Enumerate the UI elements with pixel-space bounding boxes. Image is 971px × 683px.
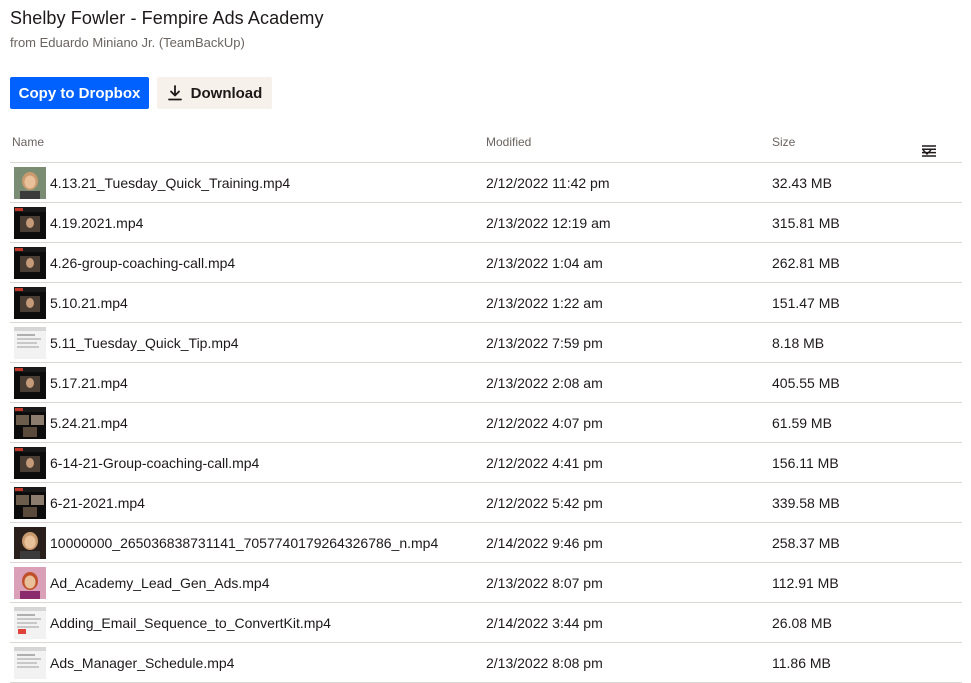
download-label: Download [190, 84, 263, 102]
file-row[interactable]: 10000000_265036838731141_705774017926432… [10, 523, 962, 563]
file-name-link[interactable]: 5.10.21.mp4 [50, 295, 128, 311]
video-thumbnail [14, 647, 46, 679]
file-row[interactable]: 6-14-21-Group-coaching-call.mp4 2/12/2022… [10, 443, 962, 483]
file-modified: 2/12/2022 4:41 pm [486, 455, 603, 471]
video-thumbnail [14, 487, 46, 519]
column-header-name[interactable]: Name [12, 135, 44, 149]
download-icon [167, 85, 183, 101]
video-thumbnail [14, 447, 46, 479]
column-header-modified[interactable]: Modified [486, 135, 531, 149]
video-thumbnail [14, 367, 46, 399]
video-thumbnail [14, 247, 46, 279]
file-modified: 2/13/2022 7:59 pm [486, 335, 603, 351]
page-title: Shelby Fowler - Fempire Ads Academy [10, 8, 324, 28]
file-size: 112.91 MB [772, 575, 839, 591]
file-modified: 2/13/2022 8:08 pm [486, 655, 603, 671]
file-size: 151.47 MB [772, 295, 840, 311]
video-thumbnail [14, 327, 46, 359]
file-row[interactable]: 4.13.21_Tuesday_Quick_Training.mp4 2/12/2… [10, 163, 962, 203]
video-thumbnail [14, 607, 46, 639]
file-name-link[interactable]: 10000000_265036838731141_705774017926432… [50, 535, 438, 551]
file-modified: 2/12/2022 4:07 pm [486, 415, 603, 431]
file-name-link[interactable]: 6-14-21-Group-coaching-call.mp4 [50, 455, 259, 471]
file-row[interactable]: 4.26-group-coaching-call.mp4 2/13/2022 1:… [10, 243, 962, 283]
file-size: 258.37 MB [772, 535, 840, 551]
file-row[interactable]: Ad_Academy_Lead_Gen_Ads.mp4 2/13/2022 8:0… [10, 563, 962, 603]
file-row[interactable]: 5.17.21.mp4 2/13/2022 2:08 am 405.55 MB [10, 363, 962, 403]
video-thumbnail [14, 567, 46, 599]
file-name-link[interactable]: 5.24.21.mp4 [50, 415, 128, 431]
video-thumbnail [14, 287, 46, 319]
file-size: 8.18 MB [772, 335, 825, 351]
shared-by-text: from Eduardo Miniano Jr. (TeamBackUp) [10, 35, 245, 50]
file-modified: 2/12/2022 11:42 pm [486, 175, 610, 191]
file-table: Name Modified Size 4.13.21_Tuesday_Quick… [10, 122, 962, 683]
file-size: 156.11 MB [772, 455, 839, 471]
chevron-down-icon [922, 145, 932, 159]
file-row[interactable]: 6-21-2021.mp4 2/12/2022 5:42 pm 339.58 MB [10, 483, 962, 523]
table-header: Name Modified Size [10, 122, 962, 163]
file-row[interactable]: 5.11_Tuesday_Quick_Tip.mp4 2/13/2022 7:59… [10, 323, 962, 363]
view-toggle-button[interactable] [922, 132, 958, 157]
file-name-link[interactable]: 4.13.21_Tuesday_Quick_Training.mp4 [50, 175, 290, 191]
file-row[interactable]: Adding_Email_Sequence_to_ConvertKit.mp4 2… [10, 603, 962, 643]
file-modified: 2/13/2022 2:08 am [486, 375, 603, 391]
file-modified: 2/13/2022 12:19 am [486, 215, 611, 231]
file-modified: 2/13/2022 1:04 am [486, 255, 603, 271]
copy-to-dropbox-button[interactable]: Copy to Dropbox [10, 77, 149, 109]
file-row[interactable]: 5.24.21.mp4 2/12/2022 4:07 pm 61.59 MB [10, 403, 962, 443]
file-size: 61.59 MB [772, 415, 832, 431]
file-name-link[interactable]: 4.26-group-coaching-call.mp4 [50, 255, 235, 271]
file-size: 32.43 MB [772, 175, 832, 191]
download-button[interactable]: Download [157, 77, 272, 109]
file-size: 405.55 MB [772, 375, 840, 391]
file-modified: 2/12/2022 5:42 pm [486, 495, 603, 511]
file-row[interactable]: 5.10.21.mp4 2/13/2022 1:22 am 151.47 MB [10, 283, 962, 323]
file-name-link[interactable]: Ad_Academy_Lead_Gen_Ads.mp4 [50, 575, 269, 591]
file-modified: 2/13/2022 8:07 pm [486, 575, 603, 591]
video-thumbnail [14, 167, 46, 199]
file-row[interactable]: 4.19.2021.mp4 2/13/2022 12:19 am 315.81 MB [10, 203, 962, 243]
file-name-link[interactable]: 5.11_Tuesday_Quick_Tip.mp4 [50, 335, 239, 351]
file-name-link[interactable]: 4.19.2021.mp4 [50, 215, 143, 231]
file-name-link[interactable]: Ads_Manager_Schedule.mp4 [50, 655, 234, 671]
video-thumbnail [14, 407, 46, 439]
file-name-link[interactable]: 5.17.21.mp4 [50, 375, 128, 391]
file-name-link[interactable]: Adding_Email_Sequence_to_ConvertKit.mp4 [50, 615, 331, 631]
file-rows: 4.13.21_Tuesday_Quick_Training.mp4 2/12/2… [10, 163, 962, 683]
file-row[interactable]: Ads_Manager_Schedule.mp4 2/13/2022 8:08 p… [10, 643, 962, 683]
file-modified: 2/13/2022 1:22 am [486, 295, 603, 311]
file-size: 315.81 MB [772, 215, 840, 231]
file-modified: 2/14/2022 9:46 pm [486, 535, 603, 551]
file-size: 339.58 MB [772, 495, 840, 511]
file-name-link[interactable]: 6-21-2021.mp4 [50, 495, 145, 511]
file-size: 26.08 MB [772, 615, 832, 631]
column-header-size[interactable]: Size [772, 135, 795, 149]
video-thumbnail [14, 207, 46, 239]
file-size: 262.81 MB [772, 255, 840, 271]
video-thumbnail [14, 527, 46, 559]
file-modified: 2/14/2022 3:44 pm [486, 615, 603, 631]
file-size: 11.86 MB [772, 655, 831, 671]
